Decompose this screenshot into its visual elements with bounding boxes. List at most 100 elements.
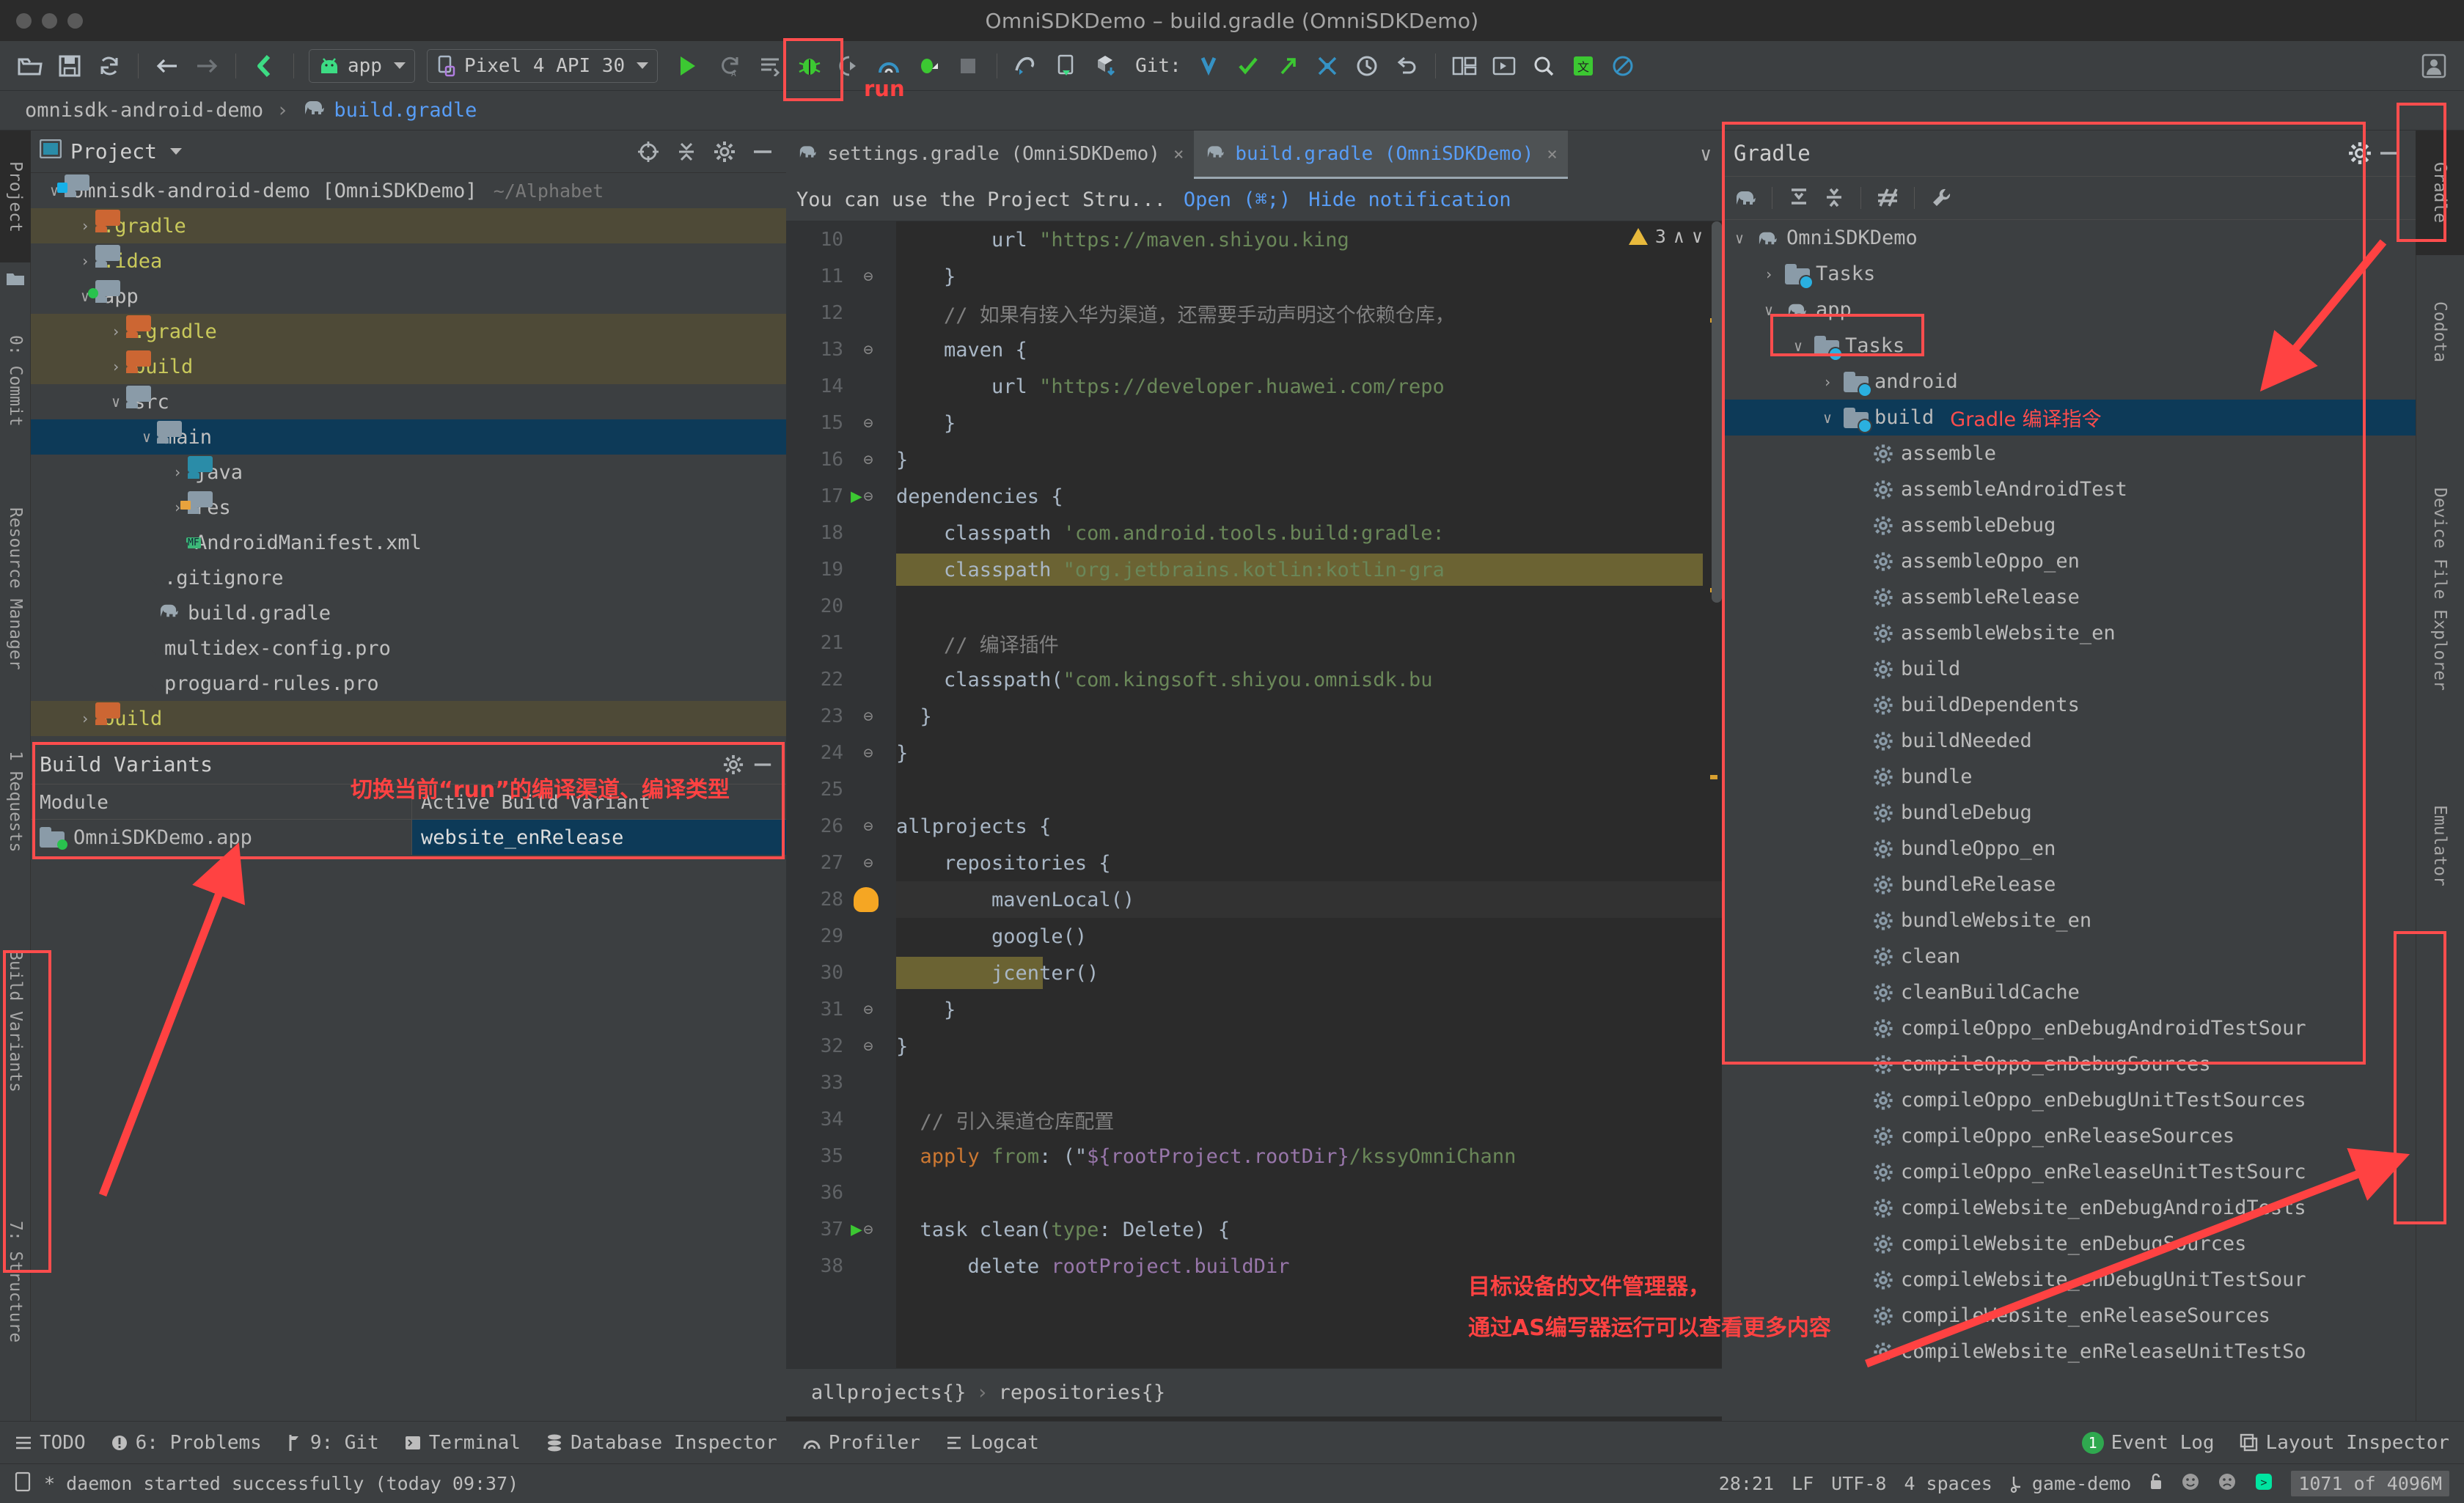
gradle-tree-row[interactable]: bundleOppo_en <box>1722 831 2416 867</box>
gradle-tree-row[interactable]: bundleWebsite_en <box>1722 903 2416 938</box>
project-tree-row[interactable]: › .gradle <box>31 314 786 349</box>
gradle-tree-row[interactable]: build <box>1722 651 2416 687</box>
tree-expand-arrow-icon[interactable]: › <box>106 323 126 340</box>
code-line[interactable]: 36 <box>786 1175 1722 1211</box>
code-fold-icon[interactable]: ⊖ <box>854 1221 883 1239</box>
code-line[interactable]: 37 ▶ ⊖ task clean(type: Delete) { <box>786 1211 1722 1248</box>
gradle-tree-row[interactable]: compileWebsite_enDebugAndroidTests <box>1722 1190 2416 1226</box>
inspection-next-icon[interactable]: ∨ <box>1692 226 1703 247</box>
project-tree-row[interactable]: MF AndroidManifest.xml <box>31 525 786 560</box>
push-icon[interactable] <box>1271 49 1305 83</box>
gradle-tree-row[interactable]: compileOppo_enDebugSources <box>1722 1046 2416 1082</box>
gradle-task-tree[interactable]: ∨ OmniSDKDemo › Tasks ∨ app ∨ Tasks › android ∨ bui… <box>1722 220 2416 1370</box>
project-tree-row[interactable]: ∨ src <box>31 384 786 419</box>
code-line[interactable]: 28 mavenLocal() <box>786 881 1722 918</box>
project-tree-row[interactable]: ∨ omnisdk-android-demo [OmniSDKDemo] ~/Alp… <box>31 173 786 208</box>
scroll-from-source-icon[interactable] <box>634 137 663 166</box>
status-line-separator[interactable]: LF <box>1792 1473 1814 1494</box>
code-line[interactable]: 31 ⊖ } <box>786 991 1722 1028</box>
happy-face-icon[interactable] <box>2181 1472 2200 1496</box>
code-line[interactable]: 11 ⊖ } <box>786 258 1722 295</box>
sidebar-item-structure[interactable]: 7: Structure <box>0 1172 31 1392</box>
save-all-icon[interactable] <box>53 49 87 83</box>
search-icon[interactable] <box>1527 49 1561 83</box>
build-variants-row[interactable]: OmniSDKDemo.app website_enRelease <box>31 820 786 855</box>
tree-expand-arrow-icon[interactable]: ∨ <box>1759 301 1779 319</box>
gradle-tree-row[interactable]: › android <box>1722 364 2416 400</box>
gradle-tree-row[interactable]: ∨ build Gradle 编译指令 <box>1722 400 2416 436</box>
code-fold-icon[interactable]: ⊖ <box>854 854 883 872</box>
tree-expand-arrow-icon[interactable]: › <box>75 710 95 727</box>
status-encoding[interactable]: UTF-8 <box>1831 1473 1886 1494</box>
gradle-tree-row[interactable]: compileOppo_enReleaseUnitTestSourc <box>1722 1154 2416 1190</box>
gradle-tree-row[interactable]: assembleDebug <box>1722 507 2416 543</box>
gear-icon[interactable] <box>710 137 739 166</box>
code-line[interactable]: 12 // 如果有接入华为渠道，还需要手动声明这个依赖仓库， <box>786 295 1722 331</box>
no-entry-icon[interactable] <box>1606 49 1640 83</box>
code-line[interactable]: 26 ⊖ allprojects { <box>786 808 1722 845</box>
gear-icon[interactable] <box>2345 139 2375 168</box>
project-tree-row[interactable]: › build <box>31 701 786 736</box>
editor-scrollbar-thumb[interactable] <box>1712 221 1722 603</box>
code-line[interactable]: 14 url "https://developer.huawei.com/rep… <box>786 368 1722 405</box>
gradle-tree-row[interactable]: › Tasks <box>1722 256 2416 292</box>
breadcrumb-file[interactable]: build.gradle <box>334 99 477 122</box>
tree-expand-arrow-icon[interactable]: › <box>1759 265 1779 283</box>
apply-changes-icon[interactable] <box>753 49 787 83</box>
tree-expand-arrow-icon[interactable]: ∨ <box>1817 409 1838 427</box>
sidebar-item-build-variants[interactable]: Build Variants <box>0 900 31 1142</box>
code-line[interactable]: 33 <box>786 1065 1722 1101</box>
sidebar-item-device-file-explorer[interactable]: Device File Explorer <box>2416 446 2464 732</box>
sad-face-icon[interactable] <box>2218 1472 2237 1496</box>
memory-indicator[interactable]: 1071 of 4096M <box>2291 1471 2449 1496</box>
gradle-tree-row[interactable]: compileWebsite_enDebugUnitTestSour <box>1722 1262 2416 1298</box>
forward-icon[interactable] <box>190 49 224 83</box>
undo-icon[interactable] <box>1390 49 1423 83</box>
branches-icon[interactable] <box>1310 49 1344 83</box>
tool-window-database-inspector[interactable]: Database Inspector <box>546 1432 777 1454</box>
code-fold-icon[interactable]: ⊖ <box>854 451 883 469</box>
project-tree-row[interactable]: › java <box>31 455 786 490</box>
build-settings-wrench-icon[interactable] <box>1926 183 1956 213</box>
tool-window-problems[interactable]: 6: Problems <box>111 1432 262 1454</box>
gradle-tree-row[interactable]: ∨ Tasks <box>1722 328 2416 364</box>
sidebar-item-resource-manager[interactable]: Resource Manager <box>0 468 31 710</box>
gradle-tree-row[interactable]: ∨ app <box>1722 292 2416 328</box>
status-indent[interactable]: 4 spaces <box>1904 1473 1992 1494</box>
gradle-tree-row[interactable]: cleanBuildCache <box>1722 974 2416 1010</box>
gradle-tree-row[interactable]: ∨ OmniSDKDemo <box>1722 220 2416 256</box>
code-line[interactable]: 24 ⊖} <box>786 735 1722 771</box>
history-icon[interactable] <box>1350 49 1384 83</box>
code-fold-icon[interactable]: ⊖ <box>854 414 883 433</box>
gradle-tree-row[interactable]: compileWebsite_enDebugSources <box>1722 1226 2416 1262</box>
project-tree[interactable]: ∨ omnisdk-android-demo [OmniSDKDemo] ~/Alp… <box>31 173 786 736</box>
tree-expand-arrow-icon[interactable]: ∨ <box>1788 337 1808 355</box>
project-tree-row[interactable]: .gitignore <box>31 560 786 595</box>
close-icon[interactable]: × <box>1173 144 1184 164</box>
tree-expand-arrow-icon[interactable]: › <box>106 358 126 375</box>
code-fold-icon[interactable]: ⊖ <box>854 1001 883 1019</box>
expand-all-icon[interactable] <box>1784 183 1814 213</box>
rerun-icon[interactable]: A <box>714 49 747 83</box>
status-caret-position[interactable]: 28:21 <box>1719 1473 1774 1494</box>
gradle-tree-row[interactable]: compileOppo_enDebugUnitTestSources <box>1722 1082 2416 1118</box>
sidebar-item-emulator[interactable]: Emulator <box>2416 754 2464 937</box>
code-line[interactable]: 13 ⊖ maven { <box>786 331 1722 368</box>
sidebar-item-project[interactable]: Project <box>0 131 31 262</box>
layout-editor-icon[interactable] <box>1448 49 1481 83</box>
project-tree-row[interactable]: ∨ app <box>31 279 786 314</box>
close-icon[interactable]: × <box>1547 144 1557 164</box>
code-line[interactable]: 32 ⊖} <box>786 1028 1722 1065</box>
lock-icon[interactable] <box>2149 1472 2163 1496</box>
execute-gradle-task-icon[interactable] <box>1873 183 1902 213</box>
project-tree-row[interactable]: proguard-rules.pro <box>31 666 786 701</box>
code-line[interactable]: 17 ▶ ⊖ dependencies { <box>786 478 1722 515</box>
device-manager-icon[interactable] <box>1049 49 1082 83</box>
intention-bulb-icon[interactable] <box>854 887 879 912</box>
editor-breadcrumb-item-2[interactable]: repositories{} <box>999 1381 1166 1404</box>
code-fold-icon[interactable]: ⊖ <box>854 488 883 506</box>
tree-expand-arrow-icon[interactable]: › <box>1817 373 1838 391</box>
project-tree-row[interactable]: build.gradle <box>31 595 786 631</box>
code-line[interactable]: 35 apply from: ("${rootProject.rootDir}/… <box>786 1138 1722 1175</box>
android-sdk-icon[interactable] <box>248 49 282 83</box>
